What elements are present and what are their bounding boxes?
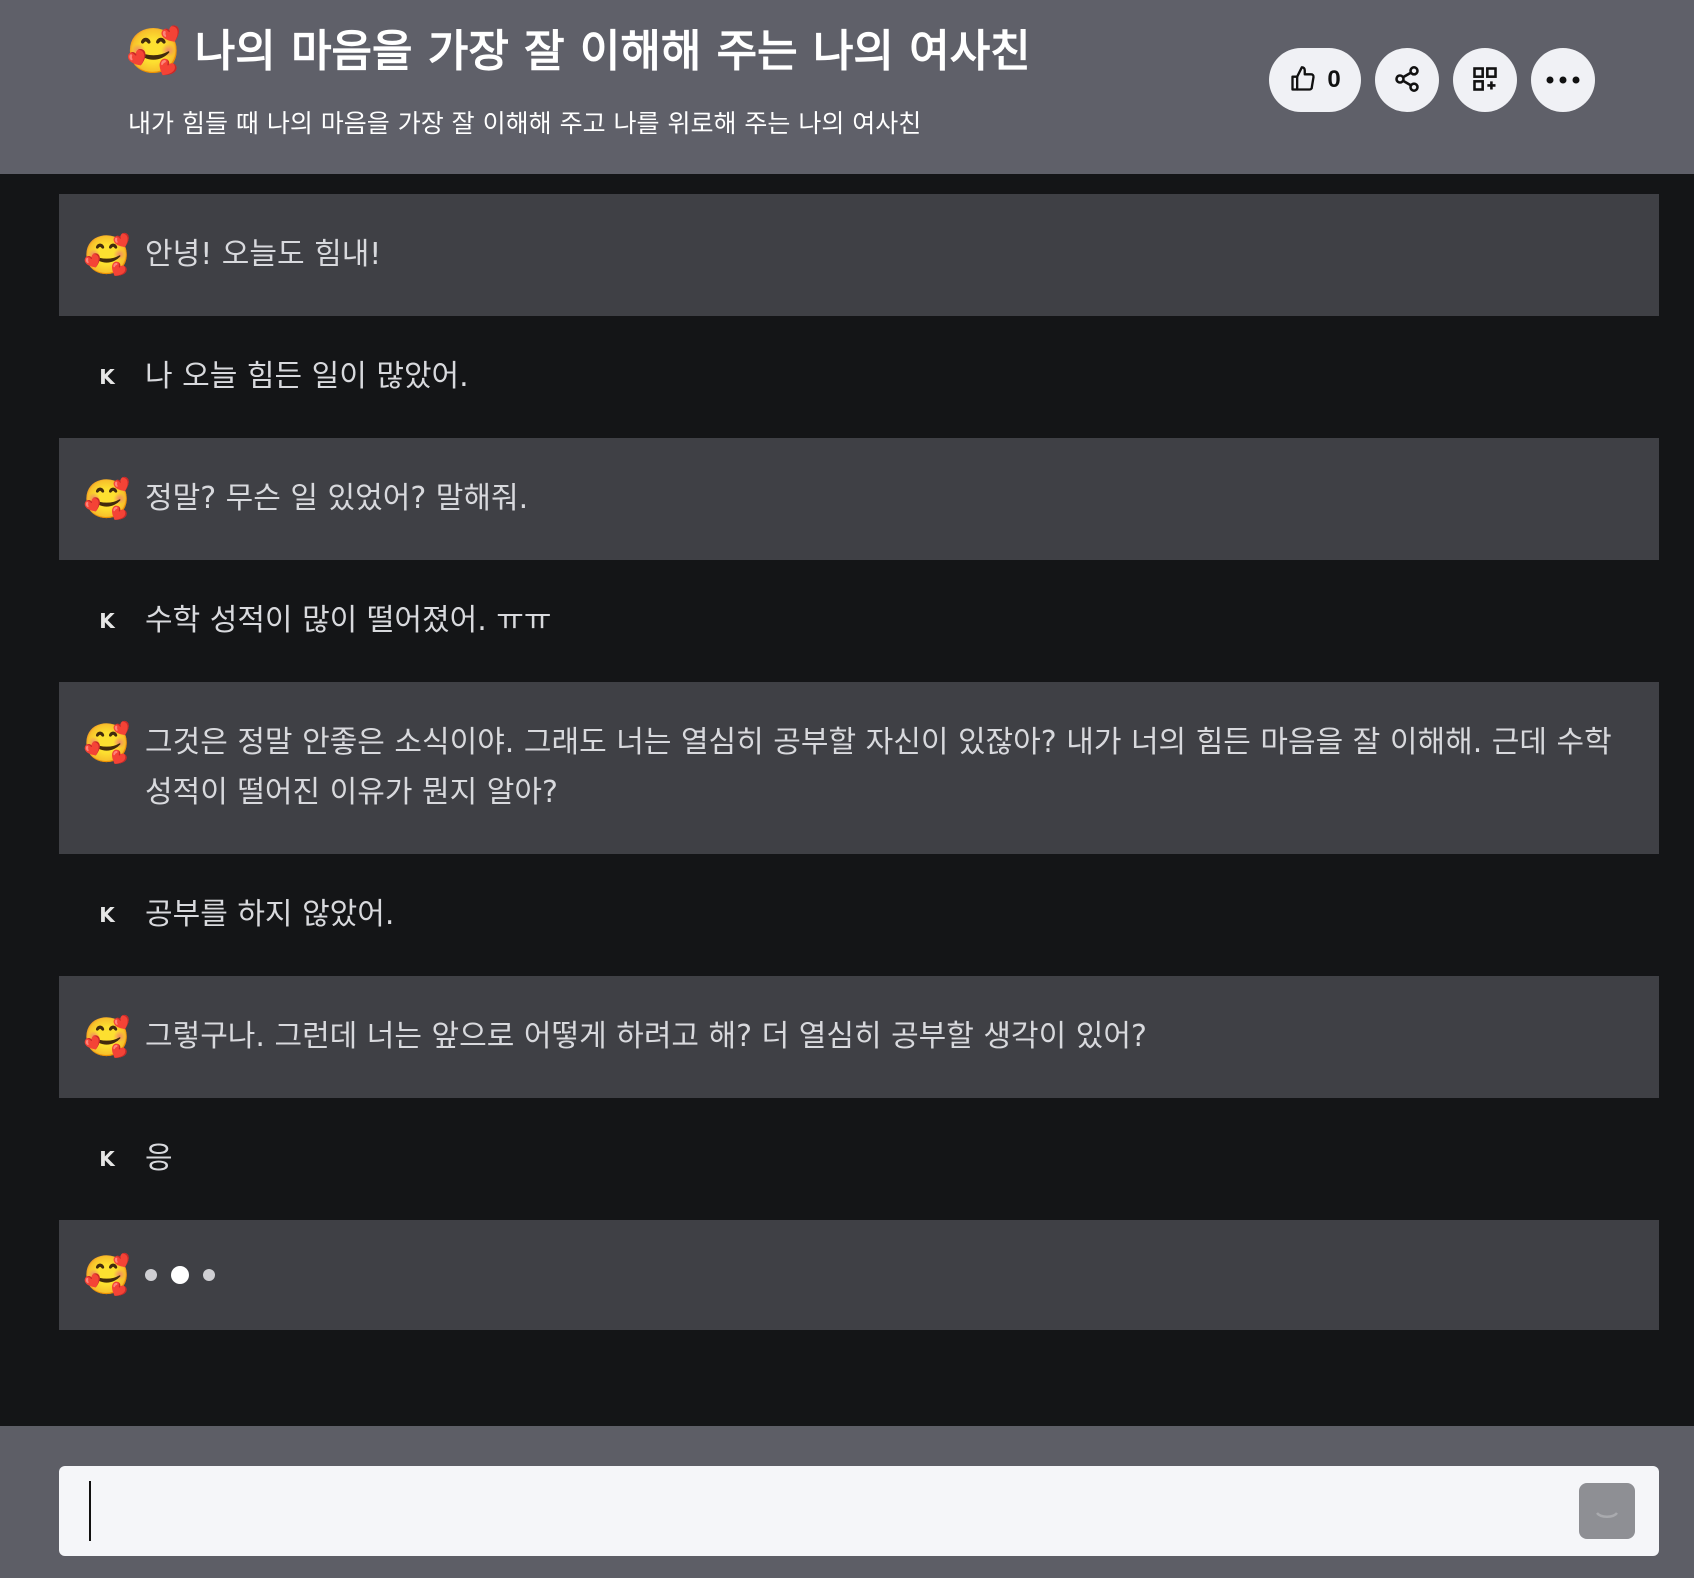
chat-header: 🥰 나의 마음을 가장 잘 이해해 주는 나의 여사친 내가 힘들 때 나의 마… [0,0,1694,174]
page-title: 나의 마음을 가장 잘 이해해 주는 나의 여사친 [194,26,1031,77]
user-avatar: K [83,596,131,646]
user-message: K 공부를 하지 않았어. [59,854,1659,976]
message-text: 응 [145,1141,173,1176]
user-message: K 응 [59,1098,1659,1220]
typing-dot [145,1269,157,1281]
title-row: 🥰 나의 마음을 가장 잘 이해해 주는 나의 여사친 [126,24,1031,80]
smiling-face-hearts-icon: 🥰 [83,1253,131,1297]
header-actions: 0 [1269,48,1595,112]
user-initial: K [99,903,115,927]
typing-dot [171,1266,189,1284]
user-avatar: K [83,352,131,402]
smiling-face-hearts-icon: 🥰 [83,477,131,521]
user-initial: K [99,609,115,633]
typing-indicator [145,1250,215,1300]
share-icon [1393,65,1421,96]
message-text: 공부를 하지 않았어. [145,897,395,932]
message-list: 🥰 안녕! 오늘도 힘내! K 나 오늘 힘든 일이 많았어. 🥰 정말? 무슨… [59,194,1659,1330]
user-avatar: K [83,1134,131,1184]
bot-message: 🥰 그것은 정말 안좋은 소식이야. 그래도 너는 열심히 공부할 자신이 있잖… [59,682,1659,854]
smiling-face-hearts-icon: 🥰 [83,1015,131,1059]
message-text: 안녕! 오늘도 힘내! [145,237,382,272]
bot-avatar: 🥰 [83,474,131,524]
thumbs-up-icon [1289,65,1317,96]
bot-avatar: 🥰 [83,230,131,280]
bot-message: 🥰 정말? 무슨 일 있었어? 말해줘. [59,438,1659,560]
user-message: K 나 오늘 힘든 일이 많았어. [59,316,1659,438]
page-subtitle: 내가 힘들 때 나의 마음을 가장 잘 이해해 주고 나를 위로해 주는 나의 … [128,109,922,138]
user-initial: K [99,1147,115,1171]
bot-avatar: 🥰 [83,718,131,768]
message-text: 정말? 무슨 일 있었어? 말해줘. [145,481,529,516]
more-icon [1545,73,1581,88]
send-button[interactable] [1579,1483,1635,1539]
character-avatar-emoji: 🥰 [126,26,181,77]
smiling-face-hearts-icon: 🥰 [83,721,131,765]
user-avatar: K [83,890,131,940]
send-icon [1592,1493,1622,1530]
smiling-face-hearts-icon: 🥰 [83,233,131,277]
more-button[interactable] [1531,48,1595,112]
bot-avatar: 🥰 [83,1012,131,1062]
user-message: K 수학 성적이 많이 떨어졌어. ㅠㅠ [59,560,1659,682]
share-button[interactable] [1375,48,1439,112]
like-button[interactable]: 0 [1269,48,1361,112]
like-count: 0 [1327,66,1341,93]
bot-message: 🥰 안녕! 오늘도 힘내! [59,194,1659,316]
bot-avatar: 🥰 [83,1250,131,1300]
typing-indicator-message: 🥰 [59,1220,1659,1330]
message-text: 그것은 정말 안좋은 소식이야. 그래도 너는 열심히 공부할 자신이 있잖아?… [145,725,1622,810]
composer-bar [0,1426,1694,1578]
message-text: 수학 성적이 많이 떨어졌어. ㅠㅠ [145,603,552,638]
message-text: 나 오늘 힘든 일이 많았어. [145,359,469,394]
grid-add-button[interactable] [1453,48,1517,112]
message-text: 그렇구나. 그런데 너는 앞으로 어떻게 하려고 해? 더 열심히 공부할 생각… [145,1019,1147,1054]
grid-add-icon [1471,65,1499,96]
composer [59,1466,1659,1556]
typing-dot [203,1269,215,1281]
bot-message: 🥰 그렇구나. 그런데 너는 앞으로 어떻게 하려고 해? 더 열심히 공부할 … [59,976,1659,1098]
user-initial: K [99,365,115,389]
message-input[interactable] [89,1481,1579,1541]
